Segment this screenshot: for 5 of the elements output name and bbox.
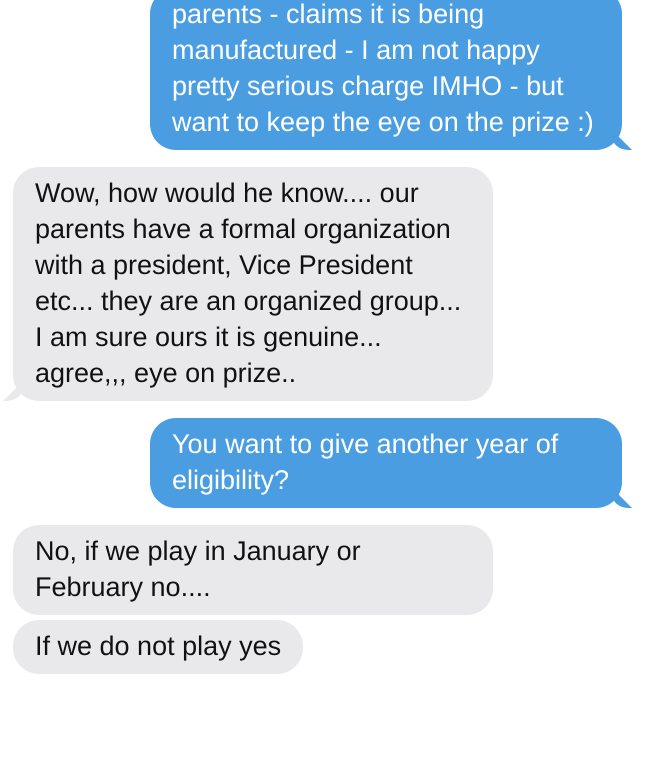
message-bubble: If we do not play yes	[13, 620, 304, 674]
message-bubble: You want to give another year of eligibility?	[150, 418, 622, 508]
message-bubble: No, if we play in January or February no....	[13, 525, 493, 615]
message-bubble: Wow, how would he know.... our parents have a formal organization with a president, Vice President etc... they are an organized group... I am sure ours it is genuine... agree,,, eye on prize..	[13, 167, 493, 401]
message-bubble: parents - claims it is being manufactured - I am not happy pretty serious charge IMHO - but want to keep the eye on the prize :)	[150, 0, 622, 150]
